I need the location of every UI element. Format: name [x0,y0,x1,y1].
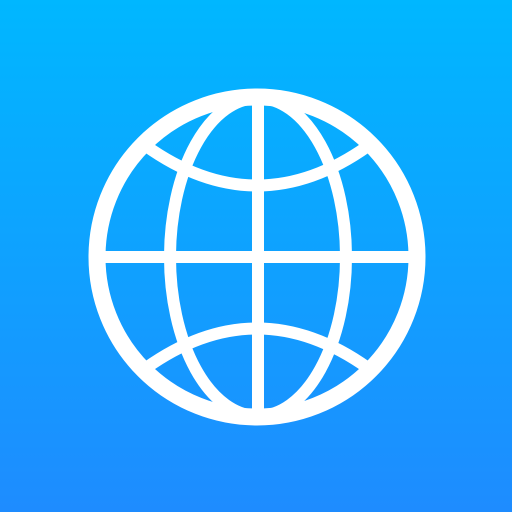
app-icon[interactable] [0,0,512,512]
globe-icon [88,88,426,426]
